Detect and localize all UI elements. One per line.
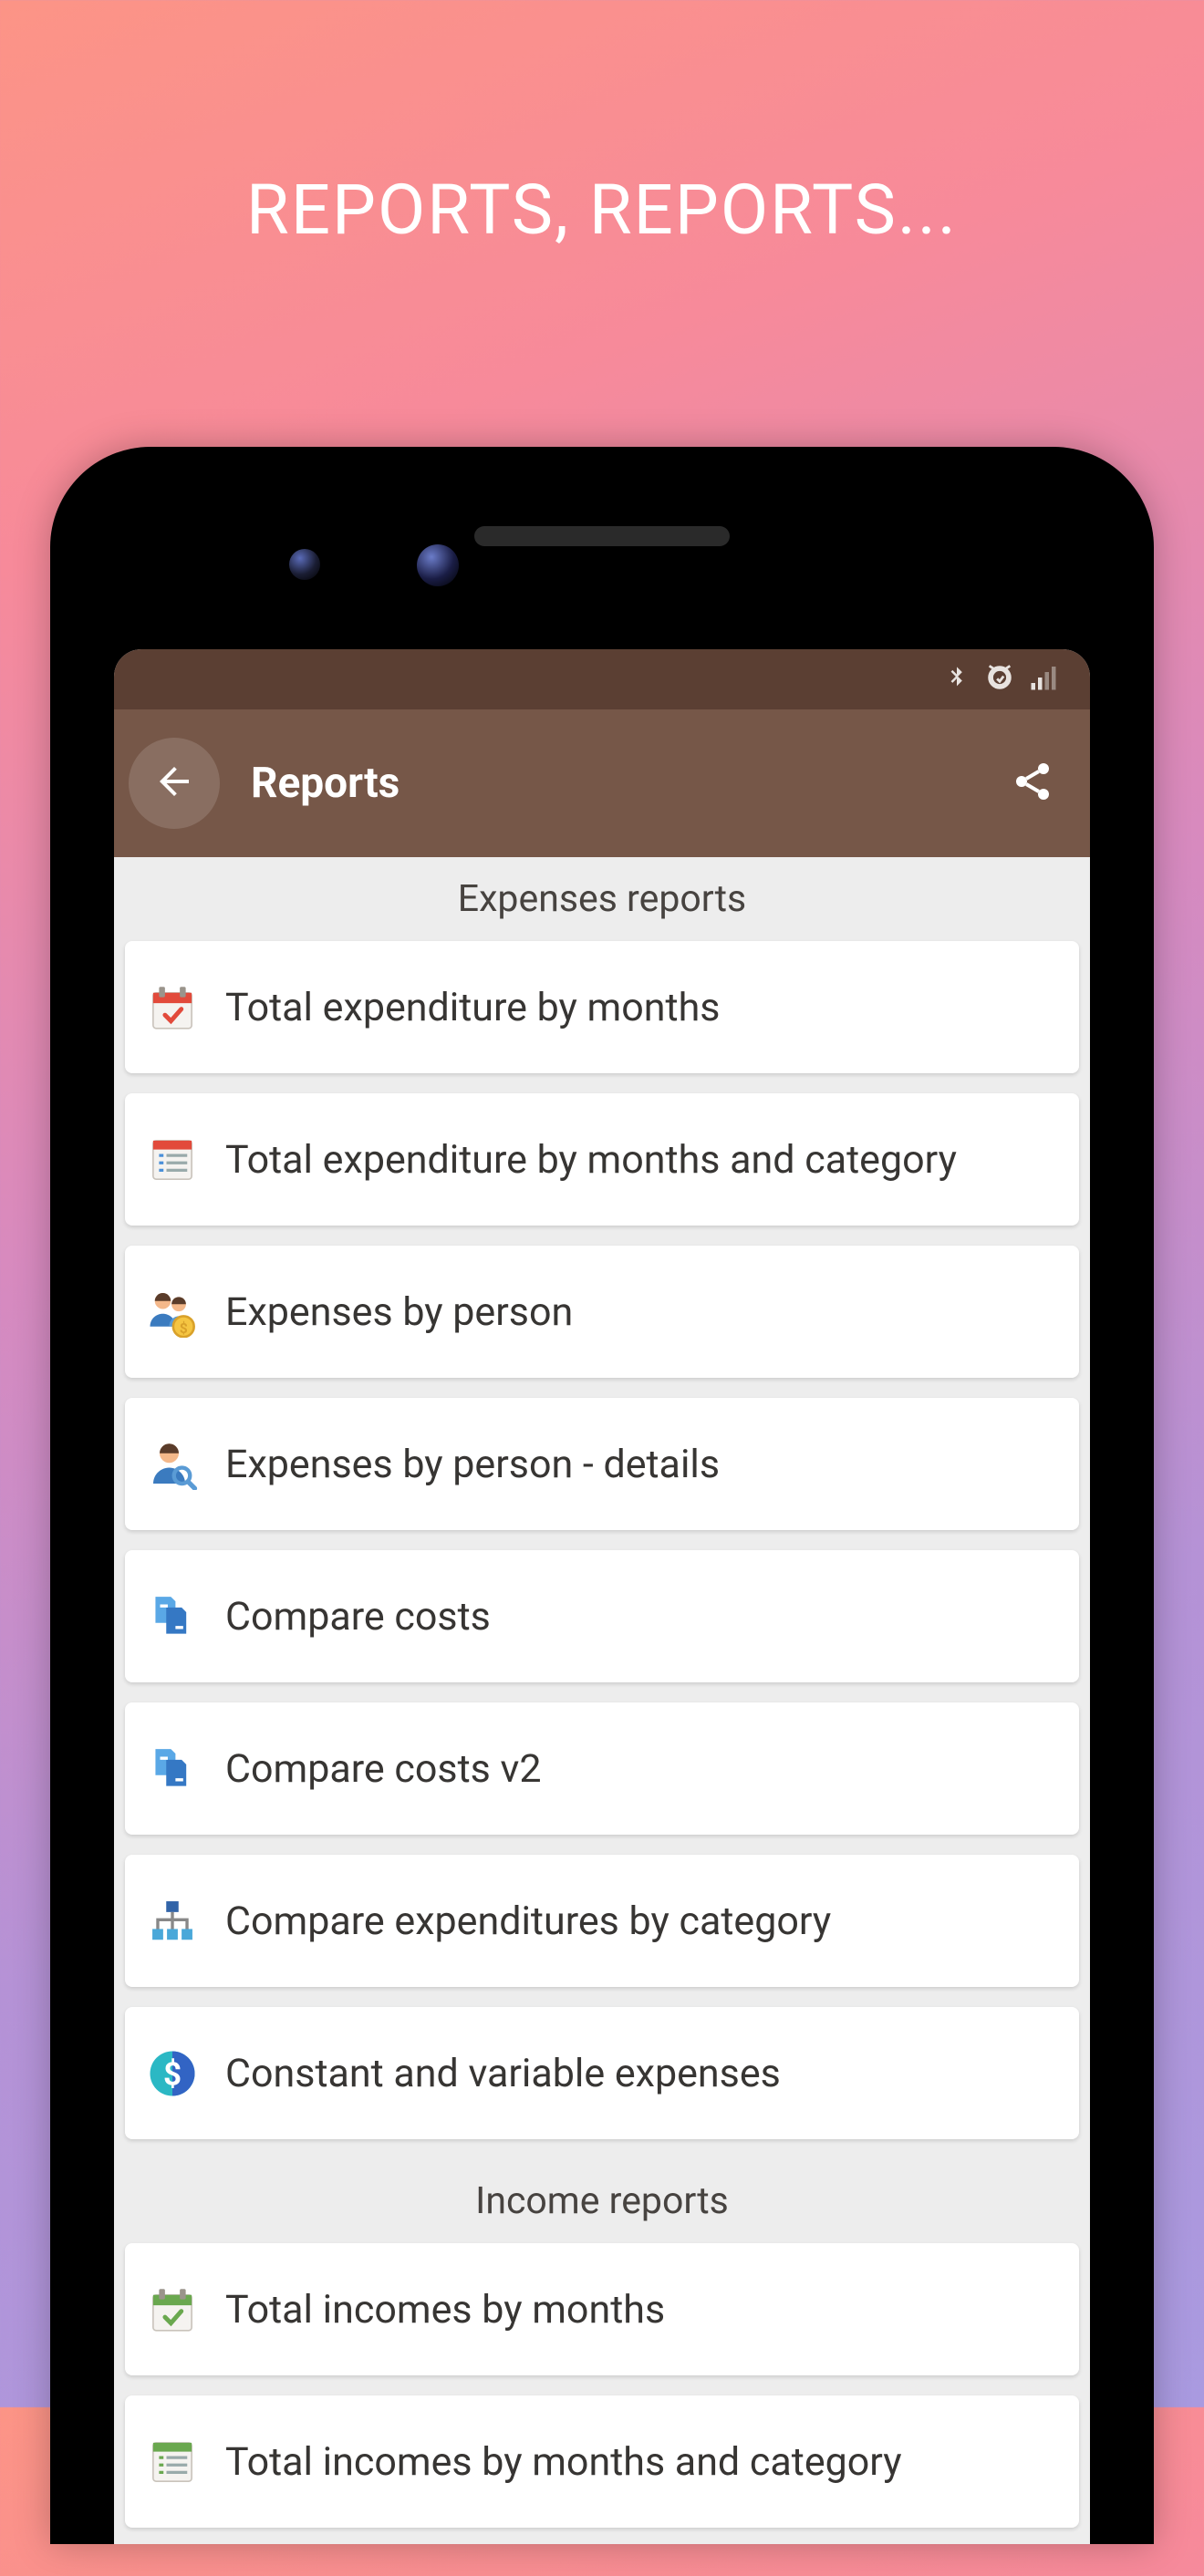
bluetooth-icon: [944, 659, 970, 699]
report-label: Compare expenditures by category: [225, 1898, 1055, 1944]
report-item-compare-expenditures-category[interactable]: Compare expenditures by category: [125, 1855, 1079, 1987]
phone-camera: [289, 549, 320, 580]
report-item-compare-costs[interactable]: Compare costs: [125, 1550, 1079, 1682]
list-green-icon: [145, 2435, 200, 2489]
report-item-constant-variable-expenses[interactable]: $ Constant and variable expenses: [125, 2007, 1079, 2139]
report-label: Expenses by person: [225, 1289, 1055, 1335]
people-coin-icon: $: [145, 1285, 200, 1340]
phone-frame: Reports Expenses reports Total expenditu…: [50, 447, 1154, 2544]
alarm-icon: [984, 662, 1015, 697]
section-header-expenses: Expenses reports: [125, 857, 1079, 941]
back-button[interactable]: [129, 738, 220, 829]
share-icon: [1011, 760, 1054, 807]
compare-files-icon: [145, 1742, 200, 1796]
report-item-expenses-by-person[interactable]: $ Expenses by person: [125, 1246, 1079, 1378]
report-label: Total expenditure by months: [225, 985, 1055, 1030]
report-label: Total incomes by months and category: [225, 2439, 1055, 2485]
signal-icon: [1030, 664, 1063, 695]
share-button[interactable]: [1001, 751, 1064, 815]
phone-camera: [417, 544, 459, 586]
status-bar: [114, 649, 1090, 709]
arrow-left-icon: [152, 760, 196, 807]
dollar-circle-icon: $: [145, 2046, 200, 2101]
report-label: Total incomes by months: [225, 2287, 1055, 2333]
report-item-total-expenditure-months[interactable]: Total expenditure by months: [125, 941, 1079, 1073]
section-header-income: Income reports: [125, 2159, 1079, 2243]
svg-text:$: $: [180, 1319, 188, 1336]
hierarchy-icon: [145, 1894, 200, 1949]
report-label: Compare costs: [225, 1594, 1055, 1640]
calendar-check-icon: [145, 980, 200, 1035]
person-search-icon: [145, 1437, 200, 1492]
compare-files-icon: [145, 1589, 200, 1644]
page-heading: REPORTS, REPORTS...: [0, 169, 1204, 251]
screen: Reports Expenses reports Total expenditu…: [114, 649, 1090, 2544]
report-item-total-incomes-months-category[interactable]: Total incomes by months and category: [125, 2395, 1079, 2528]
report-item-total-expenditure-months-category[interactable]: Total expenditure by months and category: [125, 1093, 1079, 1226]
report-label: Constant and variable expenses: [225, 2051, 1055, 2096]
report-item-total-incomes-months[interactable]: Total incomes by months: [125, 2243, 1079, 2375]
report-label: Total expenditure by months and category: [225, 1137, 1055, 1183]
calendar-check-green-icon: [145, 2282, 200, 2337]
content-scroll[interactable]: Expenses reports Total expenditure by mo…: [114, 857, 1090, 2528]
app-bar-title: Reports: [251, 759, 1001, 808]
svg-text:$: $: [163, 2055, 182, 2093]
report-item-compare-costs-v2[interactable]: Compare costs v2: [125, 1702, 1079, 1835]
report-item-expenses-by-person-details[interactable]: Expenses by person - details: [125, 1398, 1079, 1530]
report-label: Expenses by person - details: [225, 1442, 1055, 1487]
list-notebook-icon: [145, 1133, 200, 1187]
report-label: Compare costs v2: [225, 1746, 1055, 1792]
app-bar: Reports: [114, 709, 1090, 857]
phone-earpiece: [474, 526, 730, 546]
